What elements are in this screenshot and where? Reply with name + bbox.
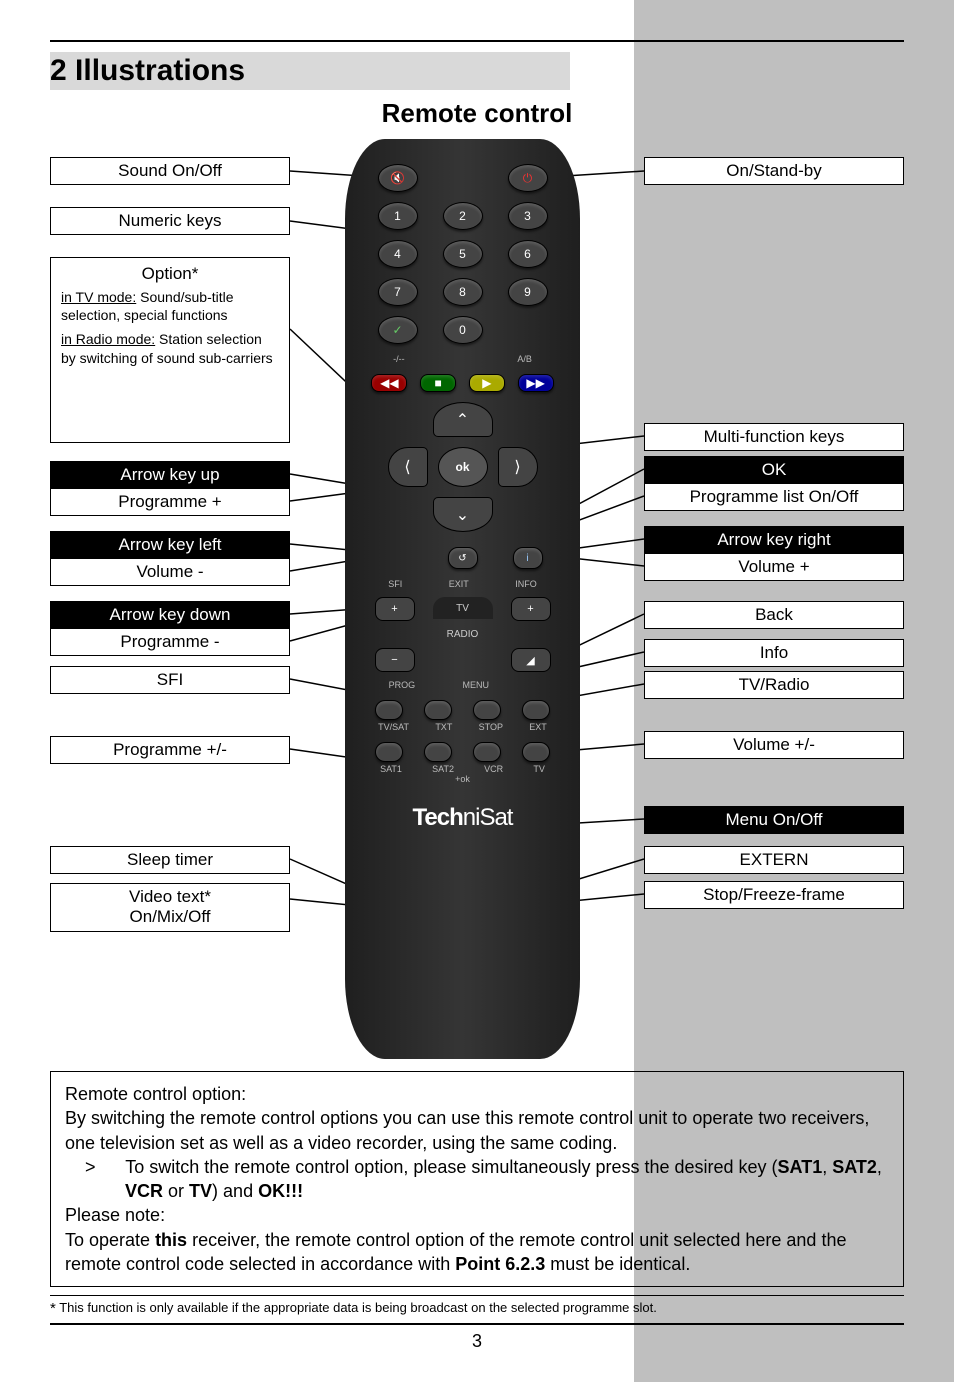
ab-label: A/B	[517, 354, 532, 364]
vcr-button[interactable]	[473, 742, 501, 762]
label-option: Option* in TV mode: Sound/sub-title sele…	[50, 257, 290, 443]
label-programme-plusminus: Programme +/-	[50, 736, 290, 764]
num-9-button[interactable]: 9	[508, 278, 548, 306]
label-on-standby: On/Stand-by	[644, 157, 904, 185]
vol-plus-button[interactable]: +	[511, 597, 551, 621]
plusok-label: +ok	[455, 774, 470, 784]
power-button[interactable]: ⏻	[508, 164, 548, 192]
label-videotext: Video text* On/Mix/Off	[50, 883, 290, 932]
page-number: 3	[50, 1331, 904, 1352]
label-sfi: SFI	[50, 666, 290, 694]
label-volume-plus: Volume +	[644, 553, 904, 581]
minus-label: -/--	[393, 354, 405, 364]
label-menu-onoff: Menu On/Off	[644, 806, 904, 834]
ext-label: EXT	[529, 722, 547, 732]
prog-minus-button[interactable]: −	[375, 648, 415, 672]
rule-top	[50, 40, 904, 42]
green-key[interactable]: ■	[420, 374, 456, 392]
description-box: Remote control option: By switching the …	[50, 1071, 904, 1287]
mute-button[interactable]: 🔇	[378, 164, 418, 192]
desc-heading: Remote control option:	[65, 1082, 889, 1106]
vcr-label: VCR	[484, 764, 503, 774]
exit-label: EXIT	[449, 579, 469, 589]
arrow-right-button[interactable]: ⟩	[498, 447, 538, 487]
tvsat-button[interactable]	[375, 700, 403, 720]
brand-logo: TechniSat	[365, 804, 560, 832]
label-arrow-right: Arrow key right	[644, 526, 904, 554]
label-sound-onoff: Sound On/Off	[50, 157, 290, 185]
num-2-button[interactable]: 2	[443, 202, 483, 230]
label-multifunction-keys: Multi-function keys	[644, 423, 904, 451]
remote-control-body: 🔇 ⏻ 1 2 3 4 5 6 7 8 9	[345, 139, 580, 1059]
label-ok: OK	[644, 456, 904, 484]
yellow-key[interactable]: ▶	[469, 374, 505, 392]
label-numeric-keys: Numeric keys	[50, 207, 290, 235]
sat1-label: SAT1	[380, 764, 402, 774]
desc-bullet: > To switch the remote control option, p…	[65, 1155, 889, 1204]
txt-label: TXT	[435, 722, 452, 732]
label-programme-list: Programme list On/Off	[644, 483, 904, 511]
desc-p1: By switching the remote control options …	[65, 1106, 889, 1155]
sfi-label: SFI	[388, 579, 402, 589]
num-7-button[interactable]: 7	[378, 278, 418, 306]
footnote: * This function is only available if the…	[50, 1295, 904, 1317]
num-4-button[interactable]: 4	[378, 240, 418, 268]
stopbtn-label: STOP	[479, 722, 503, 732]
tv-device-label: TV	[533, 764, 545, 774]
info-label: INFO	[515, 579, 537, 589]
prog-label: PROG	[389, 680, 416, 690]
label-arrow-left: Arrow key left	[50, 531, 290, 559]
label-sleep-timer: Sleep timer	[50, 846, 290, 874]
loop-button[interactable]: ↺	[448, 547, 478, 569]
arrow-up-button[interactable]: ⌃	[433, 402, 493, 437]
label-volume-minus: Volume -	[50, 558, 290, 586]
label-arrow-down: Arrow key down	[50, 601, 290, 629]
diagram-title: Remote control	[217, 98, 737, 129]
blue-key[interactable]: ▶▶	[518, 374, 554, 392]
arrow-down-button[interactable]: ⌄	[433, 497, 493, 532]
label-arrow-up: Arrow key up	[50, 461, 290, 489]
remote-diagram: 🔇 ⏻ 1 2 3 4 5 6 7 8 9	[50, 139, 904, 1059]
label-tvradio: TV/Radio	[644, 671, 904, 699]
num-5-button[interactable]: 5	[443, 240, 483, 268]
label-stop-freezeframe: Stop/Freeze-frame	[644, 881, 904, 909]
arrow-left-button[interactable]: ⟨	[388, 447, 428, 487]
sat2-button[interactable]	[424, 742, 452, 762]
menu-label: MENU	[463, 680, 490, 690]
rule-bottom	[50, 1323, 904, 1325]
section-heading: 2 Illustrations	[50, 52, 570, 90]
info-button[interactable]: i	[513, 547, 543, 569]
tv-label: TV	[433, 597, 493, 619]
sat2-label: SAT2	[432, 764, 454, 774]
num-1-button[interactable]: 1	[378, 202, 418, 230]
check-button[interactable]: ✓	[378, 316, 418, 344]
num-8-button[interactable]: 8	[443, 278, 483, 306]
radio-label: RADIO	[433, 629, 493, 640]
tvsat-label: TV/SAT	[378, 722, 409, 732]
num-3-button[interactable]: 3	[508, 202, 548, 230]
desc-note-body: To operate this receiver, the remote con…	[65, 1228, 889, 1277]
red-key[interactable]: ◀◀	[371, 374, 407, 392]
vol-minus-button[interactable]: ◢	[511, 648, 551, 672]
ext-button[interactable]	[522, 700, 550, 720]
stop-button[interactable]	[473, 700, 501, 720]
label-volume-plusminus: Volume +/-	[644, 731, 904, 759]
ok-button[interactable]: ok	[438, 447, 488, 487]
num-0-button[interactable]: 0	[443, 316, 483, 344]
desc-please-note: Please note:	[65, 1203, 889, 1227]
num-6-button[interactable]: 6	[508, 240, 548, 268]
sat1-button[interactable]	[375, 742, 403, 762]
label-info: Info	[644, 639, 904, 667]
label-extern: EXTERN	[644, 846, 904, 874]
label-programme-minus: Programme -	[50, 628, 290, 656]
txt-button[interactable]	[424, 700, 452, 720]
label-programme-plus: Programme +	[50, 488, 290, 516]
tv-button[interactable]	[522, 742, 550, 762]
prog-plus-button[interactable]: +	[375, 597, 415, 621]
label-back: Back	[644, 601, 904, 629]
